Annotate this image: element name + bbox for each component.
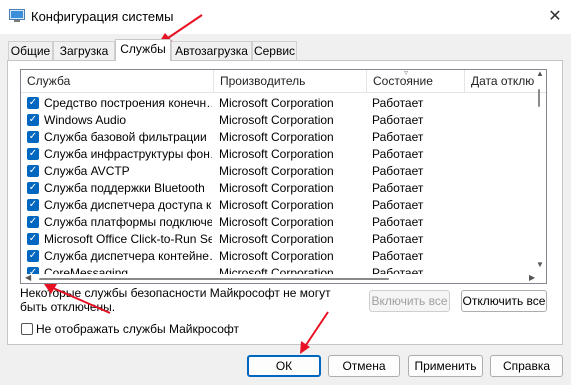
tab-startup[interactable]: Автозагрузка [171, 41, 252, 60]
sort-indicator-icon: ▿ [404, 69, 409, 77]
service-status: Работает [372, 181, 424, 195]
service-name: Служба поддержки Bluetooth [44, 181, 205, 195]
service-checkbox[interactable]: ✓ [27, 148, 39, 160]
vertical-scroll-thumb[interactable] [538, 89, 540, 107]
service-name: Служба инфраструктуры фон… [44, 147, 212, 161]
hide-ms-services-checkbox[interactable] [21, 323, 33, 335]
close-icon[interactable]: ✕ [545, 6, 565, 26]
service-status: Работает [372, 96, 424, 110]
service-checkbox[interactable]: ✓ [27, 199, 39, 211]
service-status: Работает [372, 130, 424, 144]
services-list[interactable]: Служба Производитель Состояние ▿ Дата от… [20, 69, 547, 284]
service-status: Работает [372, 147, 424, 161]
service-manufacturer: Microsoft Corporation [219, 232, 334, 246]
service-status: Работает [372, 113, 424, 127]
ok-button[interactable]: ОК [247, 355, 321, 377]
service-status: Работает [372, 215, 424, 229]
apply-button[interactable]: Применить [408, 355, 483, 377]
cancel-button[interactable]: Отмена [328, 355, 400, 377]
tab-tools[interactable]: Сервис [252, 41, 297, 60]
table-row[interactable]: ✓ Служба AVCTP Microsoft Corporation Раб… [21, 163, 536, 180]
service-manufacturer: Microsoft Corporation [219, 113, 334, 127]
vertical-scrollbar[interactable]: ▲ ▼ [534, 70, 544, 271]
service-name: Служба диспетчера доступа к… [44, 198, 212, 212]
service-manufacturer: Microsoft Corporation [219, 249, 334, 263]
service-checkbox[interactable]: ✓ [27, 250, 39, 262]
service-manufacturer: Microsoft Corporation [219, 164, 334, 178]
service-manufacturer: Microsoft Corporation [219, 96, 334, 110]
scroll-down-icon[interactable]: ▼ [536, 260, 544, 269]
service-checkbox[interactable]: ✓ [27, 131, 39, 143]
service-checkbox[interactable]: ✓ [27, 165, 39, 177]
tab-general[interactable]: Общие [8, 41, 53, 60]
horizontal-scrollbar[interactable]: ◀ ▶ [21, 273, 546, 283]
disable-all-button[interactable]: Отключить все [461, 290, 547, 312]
security-services-note: Некоторые службы безопасности Майкрософт… [20, 286, 331, 314]
table-row[interactable]: ✓ Средство построения конечн… Microsoft … [21, 95, 536, 112]
scroll-right-icon[interactable]: ▶ [529, 273, 535, 282]
enable-all-button[interactable]: Включить все [369, 290, 450, 312]
table-row[interactable]: ✓ Microsoft Office Click-to-Run Ser… Mic… [21, 231, 536, 248]
service-name: CoreMessaging [44, 266, 129, 274]
service-checkbox[interactable]: ✓ [27, 114, 39, 126]
title-bar: Конфигурация системы ✕ [0, 0, 571, 34]
service-status: Работает [372, 232, 424, 246]
service-status: Работает [372, 266, 424, 274]
service-name: Служба AVCTP [44, 164, 130, 178]
service-name: Windows Audio [44, 113, 127, 127]
service-checkbox[interactable]: ✓ [27, 216, 39, 228]
list-header: Служба Производитель Состояние ▿ Дата от… [21, 69, 546, 93]
service-name: Microsoft Office Click-to-Run Ser… [44, 232, 212, 246]
service-manufacturer: Microsoft Corporation [219, 215, 334, 229]
tab-services[interactable]: Службы [115, 39, 171, 61]
table-row[interactable]: ✓ Служба инфраструктуры фон… Microsoft C… [21, 146, 536, 163]
service-checkbox[interactable]: ✓ [27, 233, 39, 245]
table-row[interactable]: ✓ Служба базовой фильтрации Microsoft Co… [21, 129, 536, 146]
service-manufacturer: Microsoft Corporation [219, 266, 334, 274]
service-status: Работает [372, 198, 424, 212]
service-name: Средство построения конечн… [44, 96, 212, 110]
service-status: Работает [372, 249, 424, 263]
column-header-manufacturer[interactable]: Производитель [214, 70, 366, 92]
service-name: Служба диспетчера контейне… [44, 249, 212, 263]
service-manufacturer: Microsoft Corporation [219, 198, 334, 212]
column-header-status[interactable]: Состояние [367, 70, 464, 92]
help-button[interactable]: Справка [490, 355, 563, 377]
service-manufacturer: Microsoft Corporation [219, 147, 334, 161]
service-manufacturer: Microsoft Corporation [219, 181, 334, 195]
table-row[interactable]: ✓ Служба диспетчера доступа к… Microsoft… [21, 197, 536, 214]
tab-boot[interactable]: Загрузка [53, 41, 115, 60]
scroll-up-icon[interactable]: ▲ [536, 70, 544, 78]
column-header-date-disabled[interactable]: Дата отклю [465, 70, 535, 92]
column-header-service[interactable]: Служба [21, 70, 213, 92]
service-manufacturer: Microsoft Corporation [219, 130, 334, 144]
horizontal-scroll-thumb[interactable] [39, 278, 389, 280]
table-row[interactable]: ✓ Служба поддержки Bluetooth Microsoft C… [21, 180, 536, 197]
service-checkbox[interactable]: ✓ [27, 182, 39, 194]
table-row[interactable]: ✓ Служба диспетчера контейне… Microsoft … [21, 248, 536, 265]
table-row[interactable]: ✓ CoreMessaging Microsoft Corporation Ра… [21, 265, 536, 274]
table-row[interactable]: ✓ Служба платформы подключе… Microsoft C… [21, 214, 536, 231]
hide-ms-services-label: Не отображать службы Майкрософт [36, 322, 240, 336]
service-name: Служба базовой фильтрации [44, 130, 207, 144]
service-name: Служба платформы подключе… [44, 215, 212, 229]
table-row[interactable]: ✓ Windows Audio Microsoft Corporation Ра… [21, 112, 536, 129]
service-checkbox[interactable]: ✓ [27, 97, 39, 109]
system-config-icon [9, 9, 25, 22]
service-status: Работает [372, 164, 424, 178]
scroll-left-icon[interactable]: ◀ [25, 273, 31, 282]
window-title: Конфигурация системы [31, 9, 174, 24]
